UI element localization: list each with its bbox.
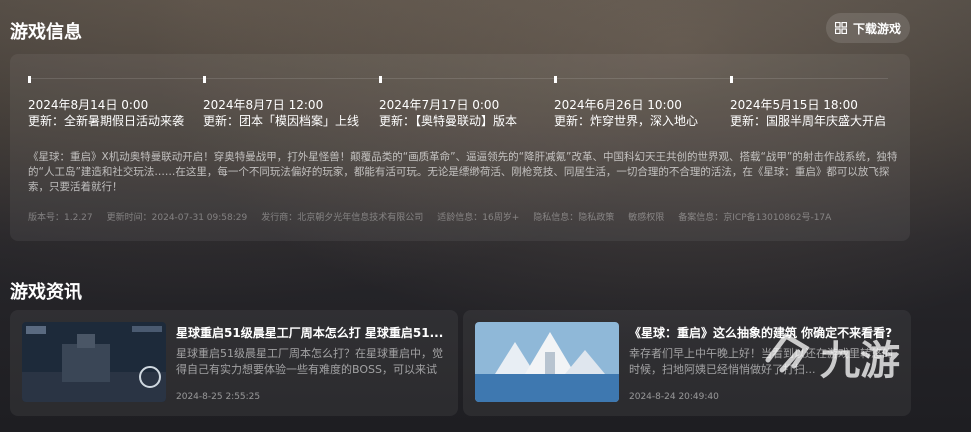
timeline-text: 更新：炸穿世界，深入地心 (554, 114, 699, 128)
grid-icon (834, 22, 847, 34)
meta-updated: 更新时间：2024-07-31 09:58:29 (106, 213, 248, 223)
download-game-label: 下载游戏 (852, 21, 901, 36)
section-title-game-info: 游戏信息 (10, 22, 82, 43)
meta-age: 适龄信息：16周岁+ (437, 213, 520, 223)
meta-version: 版本号：1.2.27 (28, 213, 93, 223)
timeline-date: 2024年5月15日 18:00 (730, 98, 858, 112)
news-thumbnail (475, 322, 619, 402)
svg-text:九游: 九游 (820, 338, 900, 384)
section-title-game-news: 游戏资讯 (10, 282, 82, 303)
news-thumbnail (22, 322, 166, 402)
news-time: 2024-8-24 20:49:40 (629, 392, 719, 402)
news-description: 星球重启51级晨星工厂周本怎么打？在星球重启中，觉得自己有实力想要体验一些有难度… (176, 347, 443, 376)
timeline-dot (379, 76, 382, 83)
timeline-date: 2024年8月7日 12:00 (203, 98, 324, 112)
timeline-dot (203, 76, 206, 83)
timeline-text: 更新：国服半周年庆盛大开启 (730, 114, 887, 128)
news-card[interactable]: 星球重启51级晨星工厂周本怎么打 星球重启51... 星球重启51级晨星工厂周本… (10, 310, 458, 416)
timeline-dot (554, 76, 557, 83)
timeline-dot (28, 76, 31, 83)
timeline-date: 2024年6月26日 10:00 (554, 98, 682, 112)
game-description: 《星球：重启》X机动奥特曼联动开启！穿奥特曼战甲，打外星怪兽！颠覆品类的“画质革… (28, 151, 898, 193)
timeline-dot (730, 76, 733, 83)
timeline-date: 2024年7月17日 0:00 (379, 98, 500, 112)
meta-icp: 备案信息：京ICP备13010862号-17A (678, 213, 832, 223)
timeline-item[interactable]: 2024年8月7日 12:00 更新：团本「模因档案」上线 (203, 76, 373, 129)
timeline-text: 更新：团本「模因档案」上线 (203, 114, 360, 128)
game-meta: 版本号：1.2.27 更新时间：2024-07-31 09:58:29 发行商：… (28, 210, 908, 223)
timeline-item[interactable]: 2024年5月15日 18:00 更新：国服半周年庆盛大开启 (730, 76, 900, 129)
meta-permission-link[interactable]: 敏感权限 (628, 210, 664, 223)
news-time: 2024-8-25 2:55:25 (176, 392, 261, 402)
news-title: 星球重启51级晨星工厂周本怎么打 星球重启51... (176, 326, 444, 340)
timeline-text: 更新：【奥特曼联动】版本 (379, 114, 518, 128)
meta-privacy-link[interactable]: 隐私信息：隐私政策 (533, 210, 614, 223)
meta-publisher: 发行商：北京朝夕光年信息技术有限公司 (261, 213, 424, 223)
timeline-item[interactable]: 2024年7月17日 0:00 更新：【奥特曼联动】版本 (379, 76, 549, 129)
game-info-card: 2024年8月14日 0:00 更新：全新暑期假日活动来袭 2024年8月7日 … (10, 54, 910, 241)
timeline-item[interactable]: 2024年6月26日 10:00 更新：炸穿世界，深入地心 (554, 76, 724, 129)
timeline-item[interactable]: 2024年8月14日 0:00 更新：全新暑期假日活动来袭 (28, 76, 198, 129)
update-timeline: 2024年8月14日 0:00 更新：全新暑期假日活动来袭 2024年8月7日 … (28, 76, 888, 136)
timeline-text: 更新：全新暑期假日活动来袭 (28, 114, 185, 128)
timeline-date: 2024年8月14日 0:00 (28, 98, 149, 112)
download-game-button[interactable]: 下载游戏 (826, 13, 910, 43)
jiuyou-logo: 九游 (765, 332, 900, 384)
